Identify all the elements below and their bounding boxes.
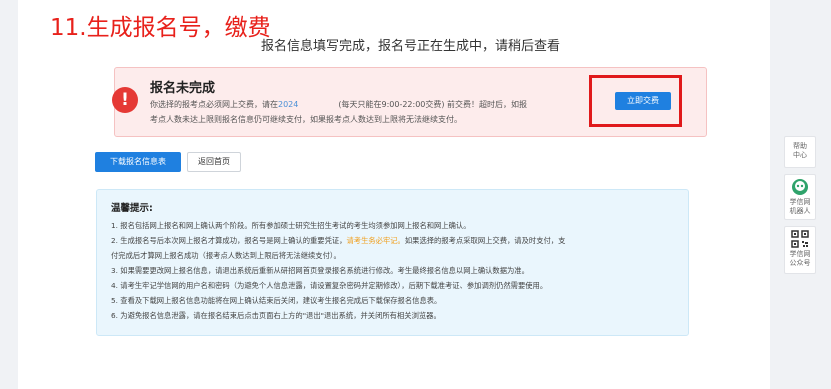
wechat-account-button[interactable]: 学信网 公众号 <box>784 226 816 274</box>
download-registration-button[interactable]: 下载报名信息表 <box>95 152 181 172</box>
robot-icon <box>792 179 808 195</box>
return-home-button[interactable]: 返回首页 <box>187 152 241 172</box>
tips-heading: 温馨提示: <box>111 203 153 214</box>
alert-heading: 报名未完成 <box>150 81 216 96</box>
tip-item: 4. 请考生牢记学信网的用户名和密码（为避免个人信息泄露，请设置复杂密码并定期修… <box>111 281 548 290</box>
annotation-highlight-box <box>589 75 682 127</box>
step-annotation-title: 11.生成报名号，缴费 <box>50 15 271 41</box>
tip-text: 2. 生成报名号后本次网上报名才算成功，报名号是网上确认的重要凭证， <box>111 236 347 245</box>
alert-message-part: (每天只能在9:00-22:00交费) 前交费！超时后，如报 <box>338 100 528 109</box>
tip-item: 付完成后才算网上报名成功（报考点人数达到上限后将无法继续支付）。 <box>111 251 341 260</box>
tips-panel: 温馨提示: 1. 报名包括网上报名和网上确认两个阶段。所有参加硕士研究生招生考试… <box>96 189 689 336</box>
help-label-1: 帮助 <box>793 142 807 150</box>
help-center-button[interactable]: 帮助 中心 <box>784 136 816 168</box>
tip-item: 6. 为避免报名信息泄露，请在报名结束后点击页面右上方的"退出"退出系统，并关闭… <box>111 311 441 320</box>
wechat-label-1: 学信网 <box>789 250 811 258</box>
chatbot-button[interactable]: 学信网 机器人 <box>784 174 816 220</box>
tip-item: 2. 生成报名号后本次网上报名才算成功，报名号是网上确认的重要凭证，请考生务必牢… <box>111 233 676 248</box>
robot-label-2: 机器人 <box>789 207 811 215</box>
qr-code-icon <box>791 230 809 248</box>
tip-warning: 请考生务必牢记。 <box>346 236 405 245</box>
alert-message-part: 你选择的报考点必须网上交费，请在 <box>150 100 278 109</box>
help-label-2: 中心 <box>793 151 807 159</box>
page-title: 报名信息填写完成，报名号正在生成中，请稍后查看 <box>261 39 561 54</box>
tip-item: 3. 如果需要更改网上报名信息，请退出系统后重新从研招网首页登录报名系统进行修改… <box>111 266 529 275</box>
robot-label-1: 学信网 <box>789 198 811 206</box>
tip-item: 1. 报名包括网上报名和网上确认两个阶段。所有参加硕士研究生招生考试的考生均须参… <box>111 221 471 230</box>
tip-text: 如果选择的报考点采取网上交费，请及时支付，支 <box>404 236 566 245</box>
wechat-label-2: 公众号 <box>789 259 811 267</box>
alert-message-line1: 你选择的报考点必须网上交费，请在2024 (每天只能在9:00-22:00交费) … <box>150 99 600 110</box>
deadline-year: 2024 <box>278 100 299 109</box>
exclamation-icon: ! <box>112 87 138 113</box>
tip-item: 5. 查看及下载网上报名信息功能将在网上确认结束后关闭，建议考生报名完成后下载保… <box>111 296 442 305</box>
